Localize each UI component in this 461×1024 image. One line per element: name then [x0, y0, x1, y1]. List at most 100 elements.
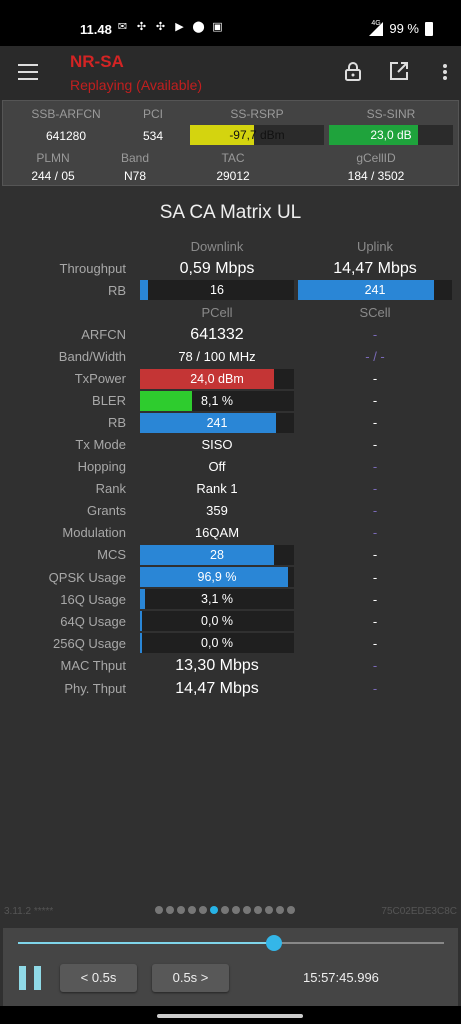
- home-handle[interactable]: [157, 1014, 303, 1018]
- mcs-label: MCS: [97, 547, 126, 562]
- notification-icons: ✉ ✣ ✣ ▶ ⬤ ▣: [116, 21, 224, 34]
- device-hash: 75C02EDE3C8C: [381, 906, 457, 917]
- rsrp-label: SS-RSRP: [230, 107, 284, 121]
- modulation-scell: -: [372, 525, 378, 540]
- page-dot[interactable]: [243, 906, 251, 914]
- band-width-pcell: 78 / 100 MHz: [178, 349, 256, 364]
- qpsk-usage-scell: -: [372, 570, 378, 585]
- bler-scell: -: [372, 393, 378, 408]
- lock-icon[interactable]: [342, 60, 364, 82]
- band-label: Band: [120, 151, 150, 165]
- replay-status: Replaying (Available): [70, 77, 203, 93]
- qpsk-usage-bar: 96,9 %: [140, 567, 294, 587]
- page-dot[interactable]: [166, 906, 174, 914]
- page-dot[interactable]: [221, 906, 229, 914]
- seek-thumb[interactable]: [265, 935, 282, 951]
- txpower-pcell: 24,0 dBm: [190, 372, 244, 386]
- page-dot[interactable]: [188, 906, 196, 914]
- rb-bar: 241: [140, 413, 294, 433]
- phy-thput-pcell: 14,47 Mbps: [175, 680, 259, 697]
- page-dot[interactable]: [276, 906, 284, 914]
- step-back-button[interactable]: < 0.5s: [60, 964, 137, 992]
- 64q-usage-scell: -: [372, 614, 378, 629]
- modulation-label: Modulation: [62, 525, 126, 540]
- more-options-icon[interactable]: [443, 64, 447, 80]
- txpower-scell: -: [372, 371, 378, 386]
- page-dot[interactable]: [254, 906, 262, 914]
- status-right: 4G 99 %: [369, 20, 433, 36]
- rb-pcell: 241: [206, 416, 228, 430]
- hopping-label: Hopping: [77, 459, 126, 474]
- downlink-rb-bar: 16: [140, 280, 294, 300]
- clock: 11.48: [80, 22, 112, 37]
- page-dot[interactable]: [287, 906, 295, 914]
- replay-player: < 0.5s 0.5s > 15:57:45.996: [3, 928, 458, 1006]
- page-dot[interactable]: [232, 906, 240, 914]
- youtube-icon: ▶: [175, 21, 184, 33]
- txpower-bar: 24,0 dBm: [140, 369, 294, 389]
- downlink-throughput: 0,59 Mbps: [179, 260, 255, 277]
- plmn-value: 244 / 05: [31, 169, 75, 183]
- uplink-throughput: 14,47 Mbps: [333, 260, 417, 277]
- menu-icon[interactable]: [18, 64, 38, 80]
- grants-scell: -: [372, 503, 378, 518]
- page-dot[interactable]: [199, 906, 207, 914]
- gmail-icon: ✉: [117, 21, 128, 33]
- 64q-usage-label: 64Q Usage: [60, 614, 126, 629]
- page-indicator[interactable]: [155, 906, 295, 914]
- page-dot[interactable]: [155, 906, 163, 914]
- app-bar: NR-SA Replaying (Available): [0, 46, 461, 100]
- tx-mode-scell: -: [372, 437, 378, 452]
- grants-label: Grants: [86, 503, 126, 518]
- rank-pcell: Rank 1: [196, 481, 238, 496]
- mcs-bar: 28: [140, 545, 294, 565]
- 64q-usage-pcell: 0,0 %: [201, 614, 233, 628]
- cell-summary-panel: SSB-ARFCN 641280 PCI 534 SS-RSRP -97,7 d…: [2, 100, 459, 186]
- mcs-pcell: 28: [210, 548, 224, 562]
- image-icon: ▣: [212, 21, 223, 33]
- qpsk-usage-pcell: 96,9 %: [197, 570, 237, 584]
- app-title: NR-SA: [70, 52, 124, 71]
- 64q-usage-bar: 0,0 %: [140, 611, 294, 631]
- bler-pcell: 8,1 %: [201, 394, 233, 408]
- band-value: N78: [123, 169, 146, 183]
- battery-icon: [425, 21, 433, 36]
- gcellid-label: gCellID: [356, 151, 396, 165]
- page-dot[interactable]: [177, 906, 185, 914]
- tx-mode-label: Tx Mode: [75, 437, 126, 452]
- page-dot[interactable]: [265, 906, 273, 914]
- 256q-usage-scell: -: [372, 636, 378, 651]
- step-forward-button[interactable]: 0.5s >: [152, 964, 229, 992]
- throughput-label: Throughput: [59, 261, 127, 276]
- 256q-usage-pcell: 0,0 %: [201, 636, 233, 650]
- uplink-rb-bar: 241: [298, 280, 452, 300]
- arfcn-scell: -: [372, 327, 378, 342]
- sinr-bar: 23,0 dB: [329, 125, 453, 145]
- rsrp-value: -97,7 dBm: [229, 128, 285, 142]
- txpower-label: TxPower: [74, 371, 126, 386]
- pause-icon[interactable]: [19, 966, 41, 990]
- bler-label: BLER: [92, 393, 126, 408]
- 16q-usage-label: 16Q Usage: [60, 592, 126, 607]
- sinr-label: SS-SINR: [366, 107, 416, 121]
- rb-scell: -: [372, 415, 378, 430]
- page-title: SA CA Matrix UL: [159, 202, 302, 223]
- app-version: 3.11.2 *****: [4, 906, 54, 917]
- band-width-scell: - / -: [365, 349, 385, 364]
- hopping-scell: -: [372, 459, 378, 474]
- rb-label: RB: [107, 415, 126, 430]
- fan-icon: ✣: [136, 21, 147, 33]
- bler-bar: 8,1 %: [140, 391, 294, 411]
- battery-percent: 99 %: [389, 21, 419, 36]
- mac-thput-pcell: 13,30 Mbps: [175, 657, 259, 674]
- page-dot[interactable]: [210, 906, 218, 914]
- sinr-value: 23,0 dB: [370, 128, 412, 142]
- scell-header: SCell: [359, 305, 391, 320]
- 256q-usage-bar: 0,0 %: [140, 633, 294, 653]
- band-width-label: Band/Width: [58, 349, 126, 364]
- modulation-pcell: 16QAM: [194, 525, 240, 540]
- pci-label: PCI: [142, 107, 163, 121]
- open-external-icon[interactable]: [388, 60, 410, 82]
- phy-thput-scell: -: [372, 681, 378, 696]
- replay-seek-slider[interactable]: [18, 935, 444, 951]
